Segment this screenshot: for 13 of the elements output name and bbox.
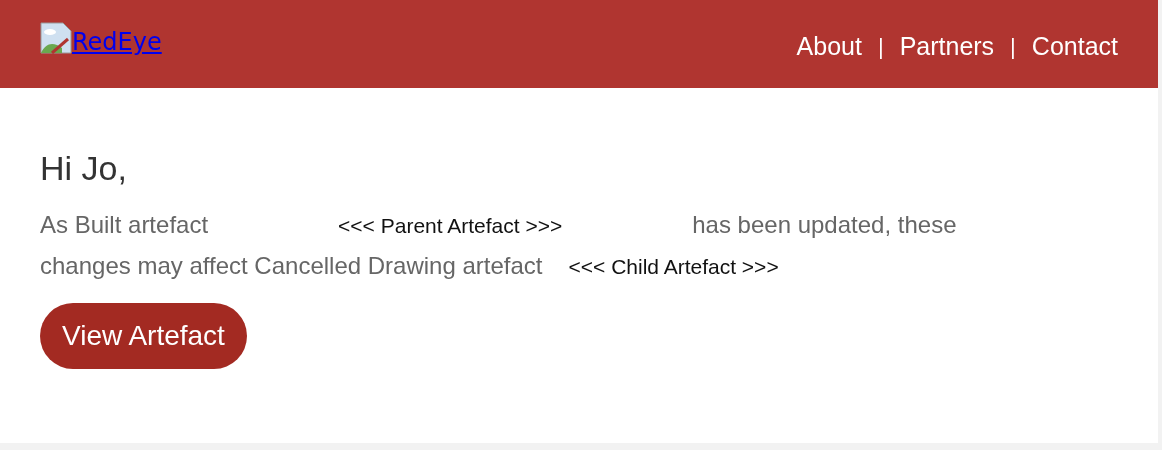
nav-link[interactable]: About [796, 28, 862, 66]
broken-image-icon [40, 22, 72, 54]
message-text: changes may affect Cancelled Drawing artefact [40, 250, 543, 281]
placeholder-text: <<< Parent Artefact >>> [338, 212, 563, 239]
nav-separator: | [1010, 33, 1016, 62]
message-text: has been updated, these [692, 209, 957, 240]
nav-link[interactable]: Contact [1031, 28, 1118, 66]
message-text: As Built artefact [40, 209, 209, 240]
nav-link[interactable]: Partners [899, 28, 995, 66]
nav-separator: | [877, 33, 884, 62]
greeting-heading: Hi Jo, [40, 148, 128, 189]
placeholder-text: <<< Child Artefact >>> [568, 253, 779, 280]
view-artefact-button[interactable]: View Artefact [40, 302, 247, 369]
